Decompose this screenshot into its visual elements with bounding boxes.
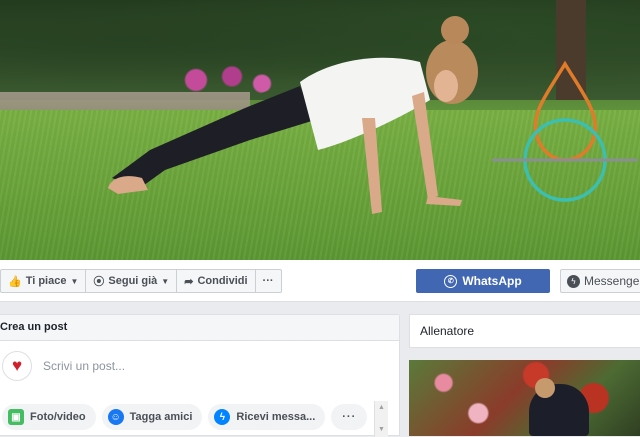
heart-icon: ♥: [11, 356, 23, 375]
photo-person-head: [535, 378, 555, 398]
photo-video-button[interactable]: ▣ Foto/video: [2, 404, 96, 430]
chip-label: Tagga amici: [129, 411, 193, 423]
thumbs-up-icon: 👍: [8, 275, 22, 288]
get-messages-button[interactable]: ϟ Ricevi messa...: [208, 404, 326, 430]
share-label: Condividi: [197, 275, 248, 287]
chevron-down-icon: ▼: [70, 276, 79, 286]
cover-photo[interactable]: [0, 0, 640, 260]
whatsapp-label: WhatsApp: [462, 274, 522, 288]
more-label: ···: [262, 275, 274, 287]
sidebar-photo[interactable]: [409, 360, 640, 436]
messenger-label: Messenger: [584, 274, 640, 288]
category-label: Allenatore: [420, 324, 475, 338]
scroll-down-icon[interactable]: ▼: [375, 423, 388, 437]
share-button[interactable]: ➦ Condividi: [177, 270, 256, 292]
follow-label: Segui già: [108, 275, 158, 287]
logo-drop-icon: [492, 60, 638, 202]
like-label: Ti piace: [25, 275, 67, 287]
whatsapp-button[interactable]: ✆ WhatsApp: [416, 269, 550, 293]
create-post-header: Crea un post: [0, 315, 399, 341]
messenger-button[interactable]: ϟ Messenger: [560, 269, 640, 293]
share-arrow-icon: ➦: [184, 275, 194, 288]
chips-scrollbar[interactable]: ▲ ▼: [374, 401, 388, 437]
rss-icon: ⦿: [93, 276, 105, 288]
tag-friends-button[interactable]: ☺ Tagga amici: [101, 404, 203, 430]
more-options-button[interactable]: ···: [256, 270, 281, 292]
avatar: ♥: [2, 351, 32, 381]
more-post-options-button[interactable]: ···: [331, 404, 368, 430]
post-input[interactable]: Scrivi un post...: [43, 359, 125, 373]
post-options: ▣ Foto/video ☺ Tagga amici ϟ Ricevi mess…: [0, 404, 368, 432]
messenger-icon: ϟ: [567, 274, 580, 288]
chip-label: ···: [342, 411, 357, 423]
follow-button[interactable]: ⦿ Segui già ▼: [86, 270, 178, 292]
like-button[interactable]: 👍 Ti piace ▼: [1, 270, 87, 292]
messenger-icon: ϟ: [214, 409, 231, 425]
chip-label: Foto/video: [30, 411, 86, 423]
scroll-up-icon[interactable]: ▲: [375, 401, 388, 415]
page-action-bar: 👍 Ti piace ▼ ⦿ Segui già ▼ ➦ Condividi ·…: [0, 260, 640, 302]
sidebar-category-card: Allenatore: [409, 314, 640, 348]
chevron-down-icon: ▼: [161, 276, 170, 286]
tag-friends-icon: ☺: [107, 409, 124, 425]
post-composer[interactable]: ♥ Scrivi un post...: [0, 341, 399, 391]
whatsapp-icon: ✆: [444, 274, 458, 288]
photo-icon: ▣: [8, 409, 24, 425]
chip-label: Ricevi messa...: [236, 411, 316, 423]
action-button-group: 👍 Ti piace ▼ ⦿ Segui già ▼ ➦ Condividi ·…: [0, 269, 282, 293]
